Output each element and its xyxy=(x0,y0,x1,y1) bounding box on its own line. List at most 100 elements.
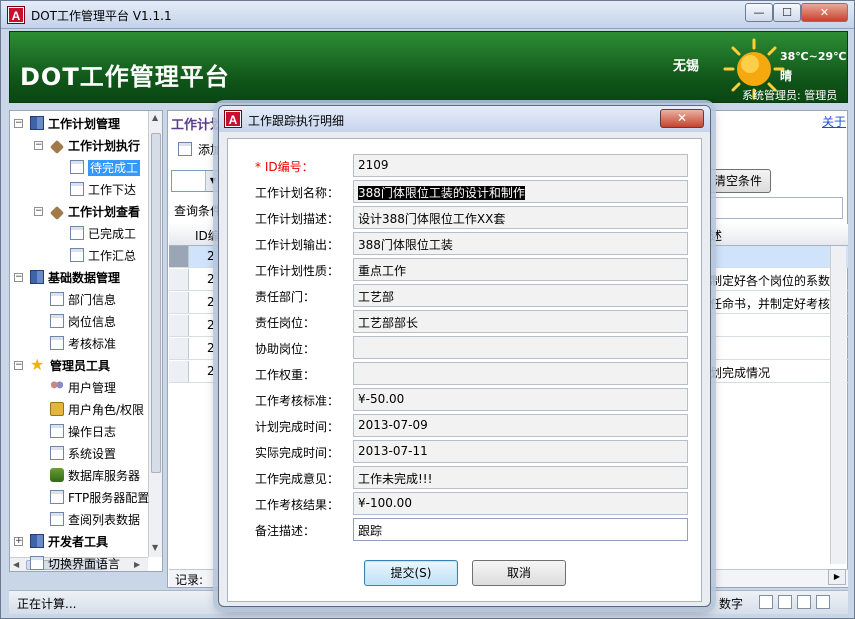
scroll-left-icon[interactable]: ◀ xyxy=(13,560,19,569)
tree-item[interactable]: 基础数据管理 xyxy=(30,267,120,289)
scroll-up-icon[interactable]: ▲ xyxy=(152,113,158,122)
tree-item-label: 管理员工具 xyxy=(50,359,111,373)
field-value[interactable]: 388门体限位工装 xyxy=(353,232,688,255)
field-value-text: 设计388门体限位工作XX套 xyxy=(358,212,506,226)
tree-item[interactable]: 工作下达 xyxy=(70,179,136,201)
field-value[interactable]: ¥-50.00 xyxy=(353,388,688,411)
field-value[interactable] xyxy=(353,362,688,385)
view-design-icon[interactable] xyxy=(816,595,830,609)
field-value-text: 工艺部部长 xyxy=(358,316,419,330)
row-header[interactable] xyxy=(169,292,189,313)
query-conditions-input[interactable] xyxy=(708,197,843,219)
tree-item[interactable]: 岗位信息 xyxy=(50,311,116,333)
tree-item-label: 基础数据管理 xyxy=(48,271,121,285)
field-label: 工作考核结果： xyxy=(255,498,340,512)
tree-item[interactable]: 开发者工具 xyxy=(30,531,108,553)
field-label: 责任部门： xyxy=(255,290,316,304)
collapse-icon[interactable]: − xyxy=(14,273,23,282)
scroll-down-icon[interactable]: ▼ xyxy=(152,543,158,552)
dialog-close-button[interactable]: ✕ xyxy=(660,109,704,128)
collapse-icon[interactable]: − xyxy=(34,207,43,216)
field-value[interactable]: 2109 xyxy=(353,154,688,177)
clear-conditions-button[interactable]: 清空条件 xyxy=(705,169,771,193)
field-value[interactable]: 跟踪 xyxy=(353,518,688,541)
tree-item-label: 用户管理 xyxy=(68,381,117,395)
field-value[interactable]: 设计388门体限位工作XX套 xyxy=(353,206,688,229)
field-value[interactable]: 工艺部 xyxy=(353,284,688,307)
submit-button[interactable]: 提交(S) xyxy=(364,560,458,586)
cell-id: 2 xyxy=(207,295,215,309)
tree-item[interactable]: 工作汇总 xyxy=(70,245,136,267)
tree-item[interactable]: 工作计划查看 xyxy=(49,201,140,223)
tree-scroll-thumb[interactable] xyxy=(151,133,161,473)
view-layout-icon[interactable] xyxy=(778,595,792,609)
cell-id: 2 xyxy=(207,318,215,332)
minimize-button[interactable]: — xyxy=(745,3,773,22)
lock-icon xyxy=(50,402,64,416)
field-label: 工作完成意见： xyxy=(255,472,340,486)
tree-item[interactable]: 系统设置 xyxy=(50,443,116,465)
row-header[interactable] xyxy=(169,246,189,267)
tree-item[interactable]: 考核标准 xyxy=(50,333,116,355)
tree-item[interactable]: 用户管理 xyxy=(50,377,116,399)
form-row: 工作计划名称： 388门体限位工装的设计和制作 xyxy=(228,179,703,205)
tree-item[interactable]: 操作日志 xyxy=(50,421,116,443)
field-label: 工作计划名称： xyxy=(255,186,340,200)
about-link[interactable]: 关于 xyxy=(822,113,846,130)
numlock-indicator: 数字 xyxy=(719,597,744,611)
collapse-icon[interactable]: − xyxy=(34,141,43,150)
tree-item[interactable]: 数据库服务器 xyxy=(50,465,140,487)
field-value[interactable]: 2013-07-09 xyxy=(353,414,688,437)
tree-item[interactable]: 已完成工 xyxy=(70,223,136,245)
collapse-icon[interactable]: − xyxy=(14,119,23,128)
row-header[interactable] xyxy=(169,338,189,359)
column-header-desc[interactable]: 述 xyxy=(710,227,722,244)
row-header[interactable] xyxy=(169,361,189,382)
grid-vertical-scrollbar[interactable] xyxy=(830,246,846,564)
tree-item[interactable]: 部门信息 xyxy=(50,289,116,311)
form-row: 备注描述： 跟踪 xyxy=(228,517,703,543)
expand-icon[interactable]: + xyxy=(14,537,23,546)
form-row: 责任岗位： 工艺部部长 xyxy=(228,309,703,335)
row-header[interactable] xyxy=(169,269,189,290)
tab-title[interactable]: 工作计划 xyxy=(171,114,223,133)
scroll-right-icon[interactable]: ▶ xyxy=(134,560,140,569)
view-normal-icon[interactable] xyxy=(759,595,773,609)
tool-icon xyxy=(49,205,65,221)
collapse-icon[interactable]: − xyxy=(14,361,23,370)
tree-item-label: 考核标准 xyxy=(68,337,117,351)
field-value[interactable]: 重点工作 xyxy=(353,258,688,281)
field-value[interactable]: 2013-07-11 xyxy=(353,440,688,463)
field-value[interactable] xyxy=(353,336,688,359)
tree-item[interactable]: 待完成工 xyxy=(70,157,141,179)
page-icon xyxy=(70,160,84,174)
tree-item[interactable]: 工作计划执行 xyxy=(49,135,141,157)
form-row: 协助岗位： xyxy=(228,335,703,361)
current-user-label: 系统管理员: 管理员 xyxy=(742,89,838,102)
tree-item[interactable]: 工作计划管理 xyxy=(30,113,120,135)
close-button[interactable]: ✕ xyxy=(801,3,848,22)
tree-item[interactable]: 查阅列表数据 xyxy=(50,509,140,531)
field-value[interactable]: 工作未完成!!! xyxy=(353,466,688,489)
form-row: 工作考核标准： ¥-50.00 xyxy=(228,387,703,413)
field-value-text: ¥-50.00 xyxy=(358,392,405,406)
column-header-id[interactable]: ID编 xyxy=(195,227,220,244)
field-value[interactable]: ¥-100.00 xyxy=(353,492,688,515)
tree-item[interactable]: 用户角色/权限 xyxy=(50,399,144,421)
grid-scroll-right-icon[interactable]: ▶ xyxy=(828,569,846,585)
field-value[interactable]: 388门体限位工装的设计和制作 xyxy=(353,180,688,203)
tree-item[interactable]: ★ 管理员工具 xyxy=(30,355,110,377)
tree-item-label: 数据库服务器 xyxy=(68,469,141,483)
filter-combo[interactable]: ▼ xyxy=(171,170,221,192)
page-icon xyxy=(70,248,84,262)
view-print-icon[interactable] xyxy=(797,595,811,609)
field-value[interactable]: 工艺部部长 xyxy=(353,310,688,333)
tree-vertical-scrollbar[interactable]: ▲ ▼ xyxy=(148,111,162,557)
tree-item[interactable]: 切换界面语言 xyxy=(30,553,120,571)
cancel-button[interactable]: 取消 xyxy=(472,560,566,586)
tree-item[interactable]: FTP服务器配置 xyxy=(50,487,149,509)
row-header[interactable] xyxy=(169,315,189,336)
tree-item-label: 工作计划执行 xyxy=(68,139,141,153)
maximize-button[interactable]: ☐ xyxy=(773,3,801,22)
add-button[interactable]: 添加 xyxy=(178,141,222,158)
